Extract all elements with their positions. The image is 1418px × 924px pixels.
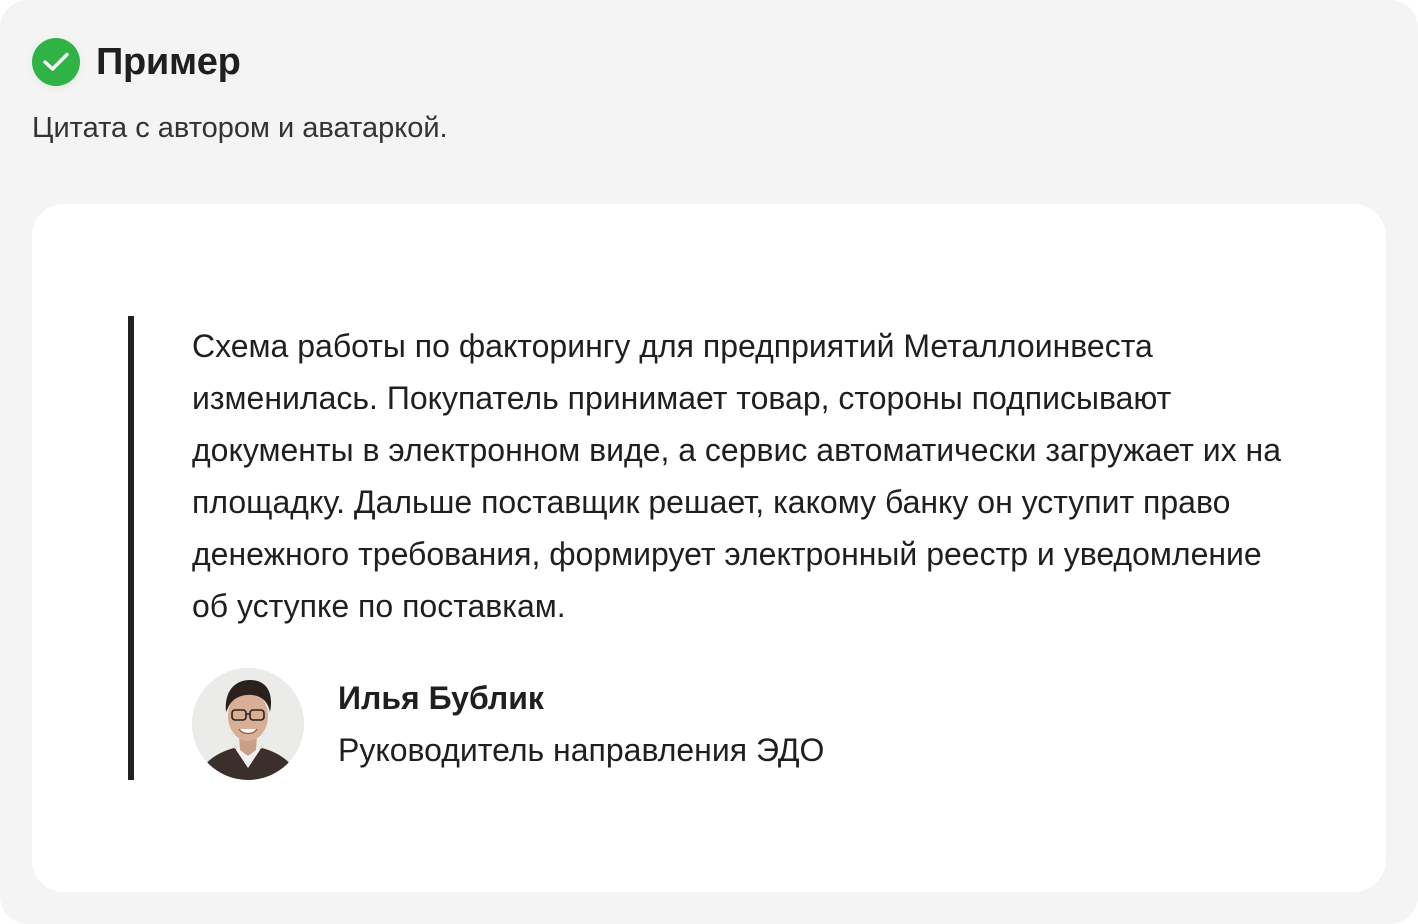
quote-author: Илья Бублик Руководитель направления ЭДО — [192, 668, 824, 780]
quote-text: Схема работы по факторингу для предприят… — [192, 328, 1281, 624]
author-name: Илья Бублик — [338, 680, 544, 716]
person-avatar-icon — [192, 668, 304, 780]
author-role: Руководитель направления ЭДО — [338, 732, 825, 768]
example-title: Пример — [96, 40, 241, 83]
author-info: Илья Бублик Руководитель направления ЭДО — [338, 672, 824, 776]
quote-card: Схема работы по факторингу для предприят… — [32, 204, 1386, 892]
example-header: Пример — [32, 38, 241, 86]
example-panel: Пример Цитата с автором и аватаркой. Схе… — [0, 0, 1418, 924]
blockquote: Схема работы по факторингу для предприят… — [128, 316, 1298, 780]
check-circle-icon — [32, 38, 80, 86]
example-description: Цитата с автором и аватаркой. — [32, 112, 448, 144]
author-avatar — [192, 668, 304, 780]
checkmark-icon — [43, 52, 69, 71]
